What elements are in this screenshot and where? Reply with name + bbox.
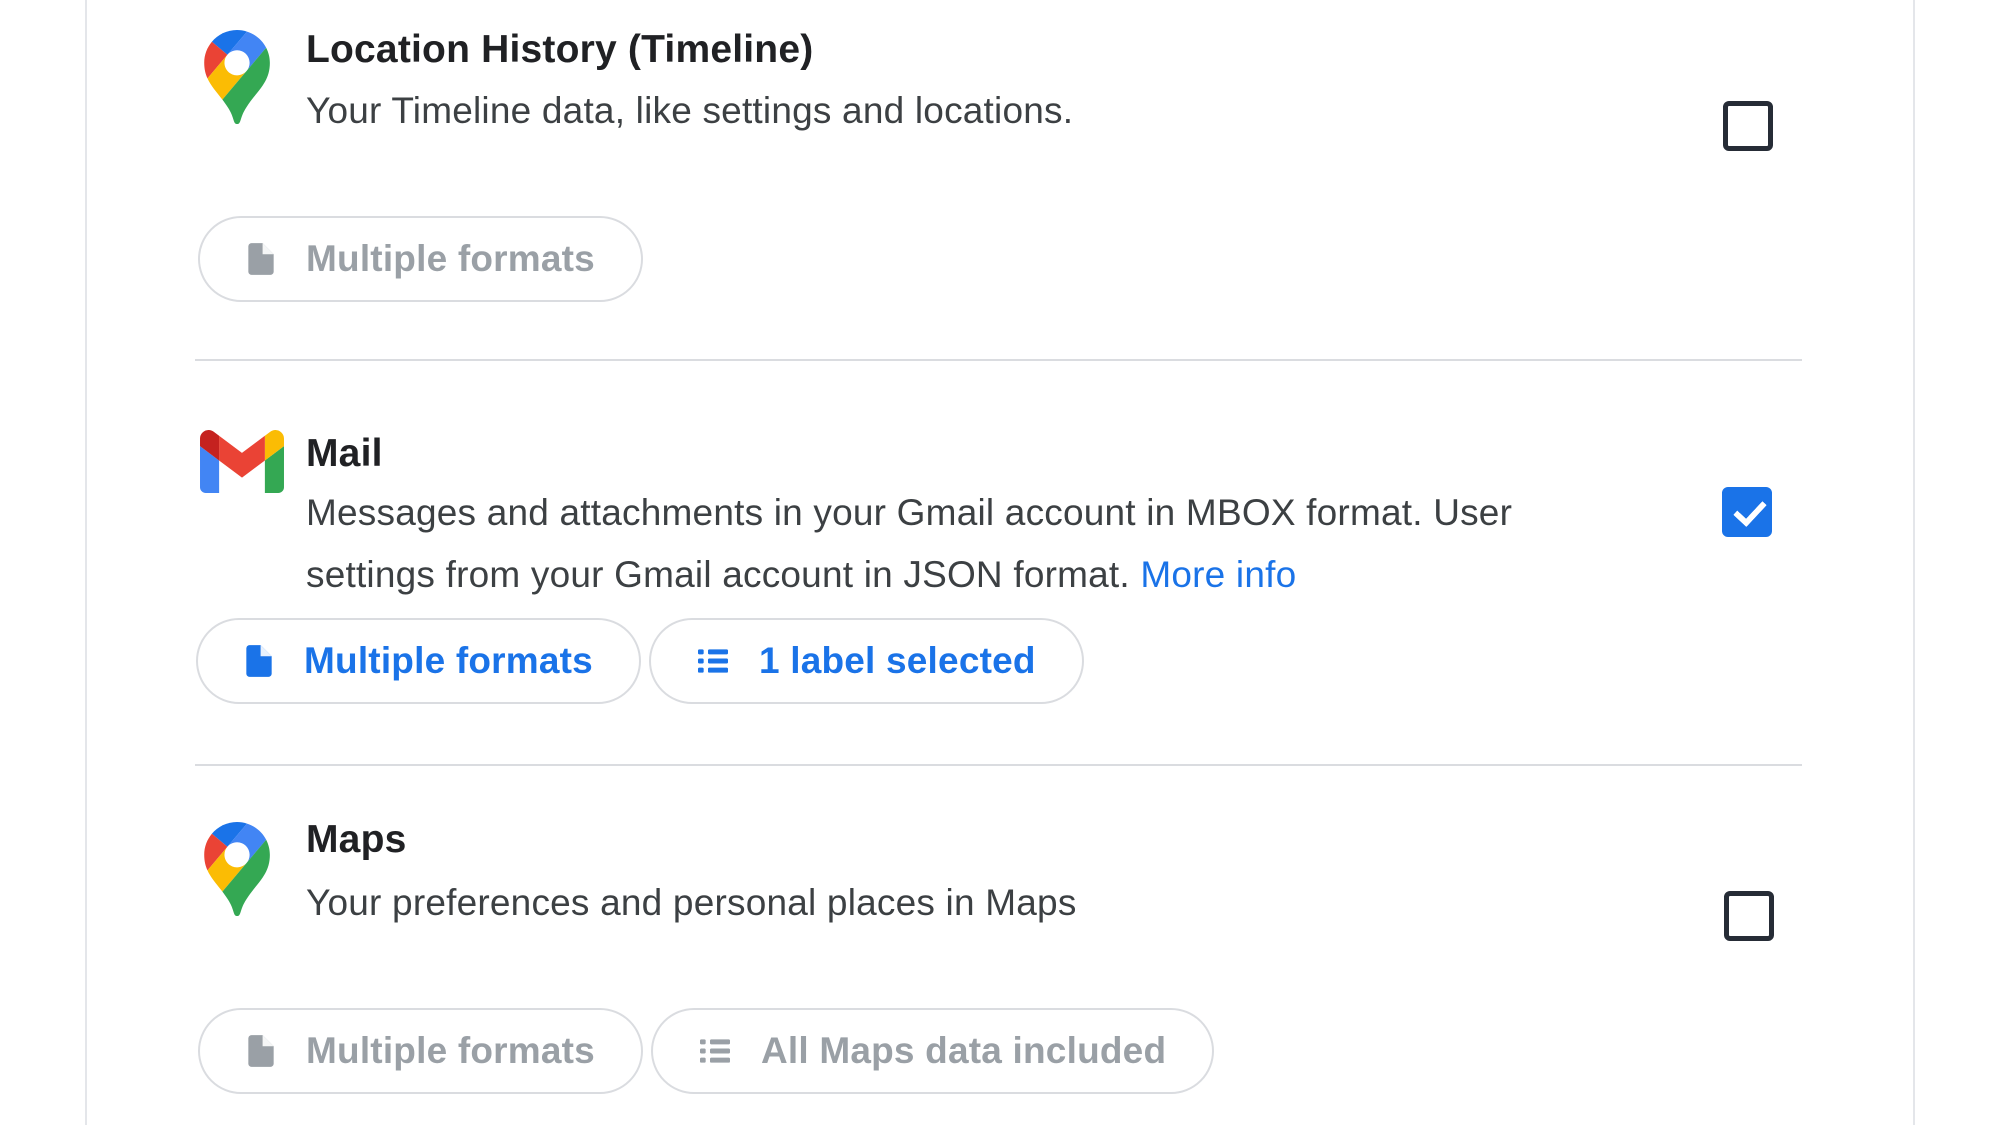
file-icon bbox=[242, 240, 280, 278]
description-text: Messages and attachments in your Gmail a… bbox=[306, 492, 1512, 595]
service-title: Location History (Timeline) bbox=[306, 22, 813, 78]
chip-row: Multiple formats All Maps data included bbox=[198, 1008, 1214, 1094]
multiple-formats-chip[interactable]: Multiple formats bbox=[198, 216, 643, 302]
multiple-formats-chip[interactable]: Multiple formats bbox=[198, 1008, 643, 1094]
mail-checkbox[interactable] bbox=[1722, 487, 1772, 537]
chip-row: Multiple formats 1 label selected bbox=[196, 618, 1084, 704]
all-data-included-chip[interactable]: All Maps data included bbox=[651, 1008, 1214, 1094]
chip-label: Multiple formats bbox=[304, 640, 593, 682]
google-maps-pin-icon bbox=[204, 822, 270, 921]
chip-label: Multiple formats bbox=[306, 238, 595, 280]
service-row-mail: Mail Messages and attachments in your Gm… bbox=[0, 360, 2000, 764]
service-row-location-history: Location History (Timeline) Your Timelin… bbox=[0, 0, 2000, 360]
chip-label: All Maps data included bbox=[761, 1030, 1166, 1072]
list-icon bbox=[695, 1031, 735, 1071]
chip-label: 1 label selected bbox=[759, 640, 1036, 682]
list-icon bbox=[693, 641, 733, 681]
service-description: Your preferences and personal places in … bbox=[306, 872, 1626, 934]
maps-checkbox[interactable] bbox=[1724, 891, 1774, 941]
multiple-formats-chip[interactable]: Multiple formats bbox=[196, 618, 641, 704]
service-title: Maps bbox=[306, 812, 407, 868]
service-title: Mail bbox=[306, 426, 383, 482]
labels-selected-chip[interactable]: 1 label selected bbox=[649, 618, 1084, 704]
google-maps-pin-icon bbox=[204, 30, 270, 129]
service-description: Messages and attachments in your Gmail a… bbox=[306, 482, 1626, 606]
gmail-icon bbox=[200, 430, 284, 498]
more-info-link[interactable]: More info bbox=[1140, 554, 1296, 595]
file-icon bbox=[242, 1032, 280, 1070]
service-description: Your Timeline data, like settings and lo… bbox=[306, 80, 1626, 142]
chip-row: Multiple formats bbox=[198, 216, 643, 302]
service-row-maps: Maps Your preferences and personal place… bbox=[0, 765, 2000, 1125]
location-history-checkbox[interactable] bbox=[1723, 101, 1773, 151]
file-icon bbox=[240, 642, 278, 680]
chip-label: Multiple formats bbox=[306, 1030, 595, 1072]
